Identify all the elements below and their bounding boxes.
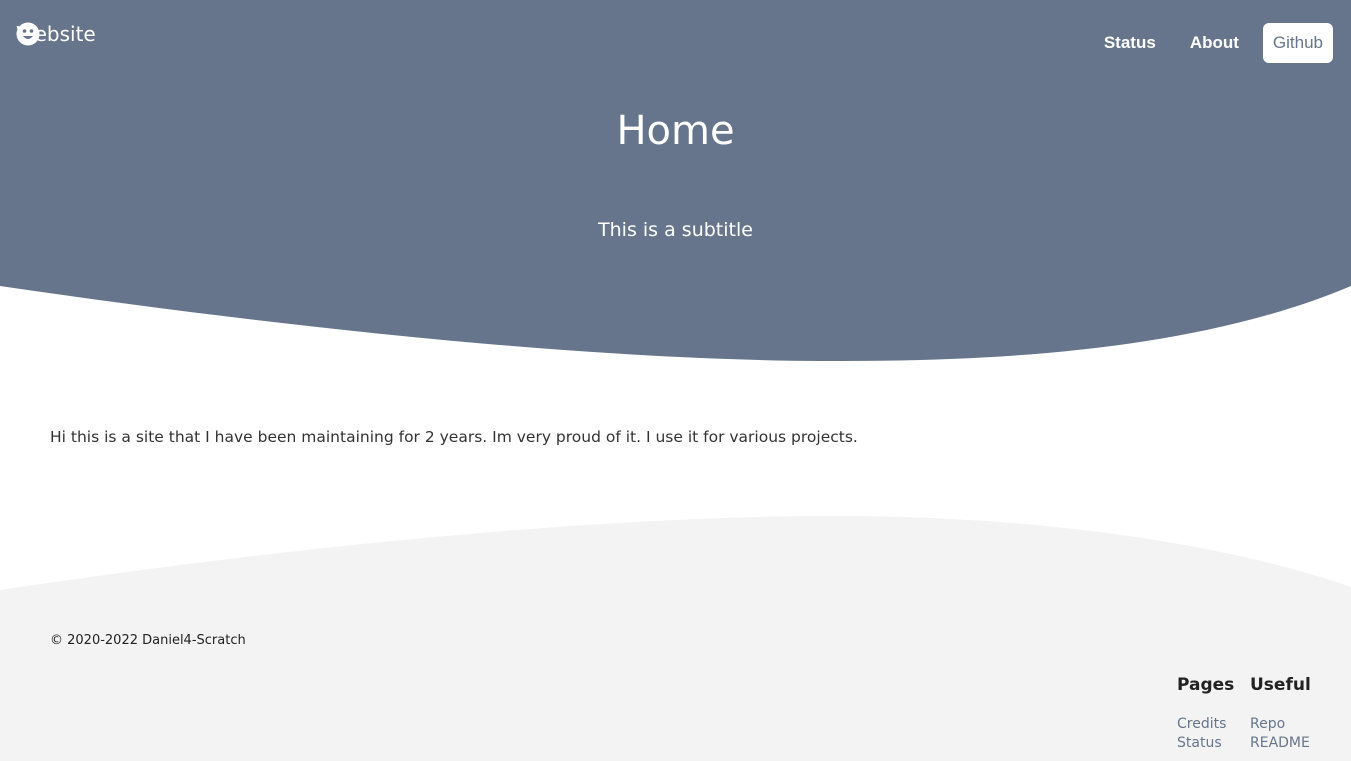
footer-link-status[interactable]: Status (1177, 734, 1234, 753)
footer-column-pages: Pages Credits Status (1177, 675, 1234, 753)
page-title: Home (616, 108, 735, 154)
copyright-text: © 2020-2022 Daniel4-Scratch (50, 633, 246, 648)
nav-link-status[interactable]: Status (1104, 33, 1156, 53)
footer-column-useful: Useful Repo README (1250, 675, 1311, 753)
nav-button-github[interactable]: Github (1262, 23, 1333, 63)
footer-link-credits[interactable]: Credits (1177, 715, 1234, 734)
footer-link-repo[interactable]: Repo (1250, 715, 1311, 734)
site-logo-link[interactable]: Website (16, 22, 96, 46)
footer-link-readme[interactable]: README (1250, 734, 1311, 753)
footer-heading-useful: Useful (1250, 675, 1311, 695)
top-nav: Status About Github (1070, 23, 1333, 63)
intro-text: Hi this is a site that I have been maint… (50, 428, 858, 446)
page-subtitle: This is a subtitle (598, 219, 753, 241)
hero-banner: Website Status About Github Home This is… (0, 0, 1351, 362)
smiley-icon (16, 22, 40, 46)
footer-heading-pages: Pages (1177, 675, 1235, 695)
nav-link-about[interactable]: About (1190, 33, 1239, 53)
